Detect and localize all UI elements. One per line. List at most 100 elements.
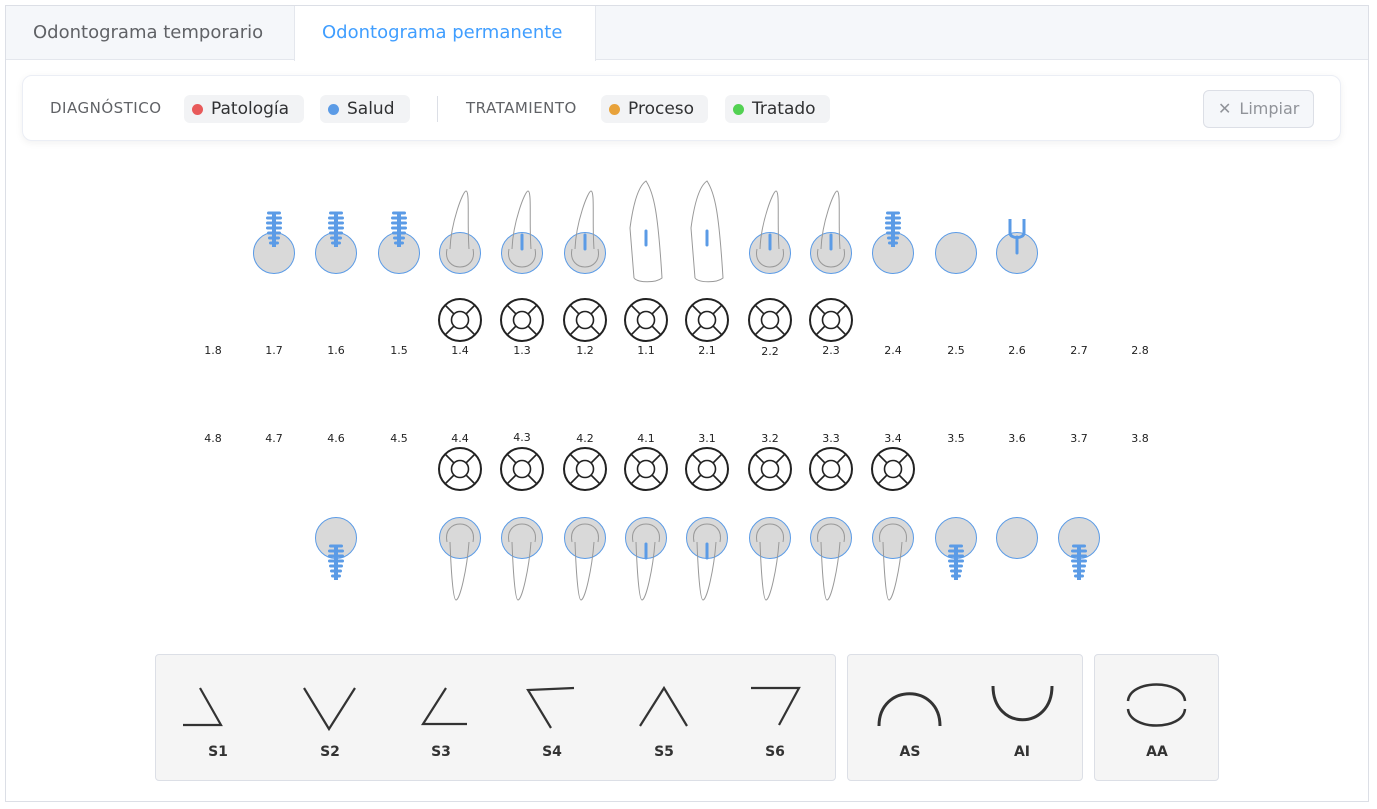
legend-bar: DIAGNÓSTICO Patología Salud TRATAMIENTO … (22, 75, 1341, 141)
tooth-upper-1-5[interactable] (369, 175, 429, 285)
tooth-number: 2.3 (822, 344, 840, 357)
symbol-s4[interactable]: S4 (512, 655, 592, 780)
surface-lower-4-2[interactable] (562, 446, 608, 492)
chip-label: Patología (211, 99, 290, 119)
tab-odontograma-temporario[interactable]: Odontograma temporario (6, 6, 295, 61)
symbol-s1[interactable]: S1 (178, 655, 258, 780)
s1-icon (183, 687, 223, 727)
tooth-number: 2.6 (1008, 344, 1026, 357)
blue-dot-icon (328, 104, 339, 115)
tooth-upper-1-7[interactable] (244, 175, 304, 285)
chip-proceso[interactable]: Proceso (601, 95, 708, 123)
chip-label: Tratado (752, 99, 816, 119)
symbol-label: S2 (320, 744, 340, 760)
symbol-s5[interactable]: S5 (624, 655, 704, 780)
s2-icon (303, 687, 356, 732)
s5-icon (639, 685, 688, 727)
tooth-lower-3-6[interactable] (987, 515, 1047, 625)
tooth-lower-4-1[interactable] (616, 515, 676, 625)
tooth-number: 1.6 (327, 344, 345, 357)
symbol-s3[interactable]: S3 (401, 655, 481, 780)
surface-lower-3-3[interactable] (808, 446, 854, 492)
tooth-upper-2-2[interactable] (740, 175, 800, 285)
tooth-number: 4.4 (451, 432, 469, 445)
diagnostico-title: DIAGNÓSTICO (50, 99, 162, 117)
tooth-upper-2-4[interactable] (863, 175, 923, 285)
clear-button[interactable]: ✕ Limpiar (1203, 90, 1314, 128)
tooth-upper-2-3[interactable] (801, 175, 861, 285)
tooth-number: 4.6 (327, 432, 345, 445)
tooth-lower-3-3[interactable] (801, 515, 861, 625)
surface-upper-2-1[interactable] (684, 297, 730, 343)
tooth-upper-1-3[interactable] (492, 175, 552, 285)
tooth-number: 3.6 (1008, 432, 1026, 445)
symbol-panel-lines: S1 S2 S3 S4 S5 S6 (155, 654, 836, 781)
clear-label: Limpiar (1239, 99, 1300, 118)
tooth-number: 3.1 (698, 432, 716, 445)
tooth-number: 4.5 (390, 432, 408, 445)
tooth-number: 1.4 (451, 344, 469, 357)
symbol-label: S4 (542, 744, 562, 760)
s3-icon (420, 687, 467, 726)
surface-lower-4-1[interactable] (623, 446, 669, 492)
surface-lower-4-4[interactable] (437, 446, 483, 492)
red-dot-icon (192, 104, 203, 115)
tooth-upper-2-5[interactable] (926, 175, 986, 285)
symbol-as[interactable]: AS (870, 655, 950, 780)
tooth-upper-1-6[interactable] (306, 175, 366, 285)
surface-lower-3-1[interactable] (684, 446, 730, 492)
surface-upper-2-2[interactable] (747, 297, 793, 343)
tooth-lower-3-5[interactable] (926, 515, 986, 625)
tab-bar: Odontograma temporario Odontograma perma… (6, 6, 1368, 61)
lower-arc-icon (991, 685, 1054, 722)
tooth-lower-4-4[interactable] (430, 515, 490, 625)
surface-upper-1-2[interactable] (562, 297, 608, 343)
full-arc-icon (1126, 683, 1187, 727)
symbol-label: AI (1013, 744, 1031, 760)
symbol-label: S3 (431, 744, 451, 760)
tooth-lower-3-4[interactable] (863, 515, 923, 625)
tooth-lower-4-2[interactable] (555, 515, 615, 625)
tooth-upper-1-1[interactable] (616, 175, 676, 285)
tooth-number: 4.1 (637, 432, 655, 445)
surface-lower-3-2[interactable] (747, 446, 793, 492)
surface-upper-1-3[interactable] (499, 297, 545, 343)
implant-icon (328, 544, 344, 580)
surface-upper-1-4[interactable] (437, 297, 483, 343)
tooth-number: 4.7 (265, 432, 283, 445)
symbol-s6[interactable]: S6 (735, 655, 815, 780)
tooth-upper-2-1[interactable] (677, 175, 737, 285)
symbol-s2[interactable]: S2 (290, 655, 370, 780)
tooth-number: 3.7 (1070, 432, 1088, 445)
chip-tratado[interactable]: Tratado (725, 95, 830, 123)
chip-salud[interactable]: Salud (320, 95, 410, 123)
surface-lower-3-4[interactable] (870, 446, 916, 492)
tooth-lower-3-7[interactable] (1049, 515, 1109, 625)
tooth-lower-4-3[interactable] (492, 515, 552, 625)
tooth-upper-1-2[interactable] (555, 175, 615, 285)
symbol-ai[interactable]: AI (982, 655, 1062, 780)
tratamiento-title: TRATAMIENTO (466, 99, 577, 117)
tooth-number: 2.1 (698, 344, 716, 357)
tooth-upper-2-6[interactable] (987, 175, 1047, 285)
upper-arc-icon (877, 692, 942, 727)
s6-icon (751, 686, 801, 726)
tooth-number: 3.3 (822, 432, 840, 445)
symbol-label: AS (899, 744, 921, 760)
close-icon: ✕ (1218, 99, 1232, 118)
tooth-lower-3-1[interactable] (677, 515, 737, 625)
surface-upper-2-3[interactable] (808, 297, 854, 343)
tooth-number: 3.4 (884, 432, 902, 445)
tooth-lower-4-6[interactable] (306, 515, 366, 625)
tooth-number: 3.5 (947, 432, 965, 445)
tooth-number: 2.7 (1070, 344, 1088, 357)
tab-odontograma-permanente[interactable]: Odontograma permanente (295, 6, 596, 61)
tooth-number: 1.1 (637, 344, 655, 357)
implant-icon (1071, 544, 1087, 580)
surface-lower-4-3[interactable] (499, 446, 545, 492)
chip-patologia[interactable]: Patología (184, 95, 304, 123)
symbol-aa[interactable]: AA (1117, 655, 1197, 780)
tooth-upper-1-4[interactable] (430, 175, 490, 285)
tooth-lower-3-2[interactable] (740, 515, 800, 625)
surface-upper-1-1[interactable] (623, 297, 669, 343)
